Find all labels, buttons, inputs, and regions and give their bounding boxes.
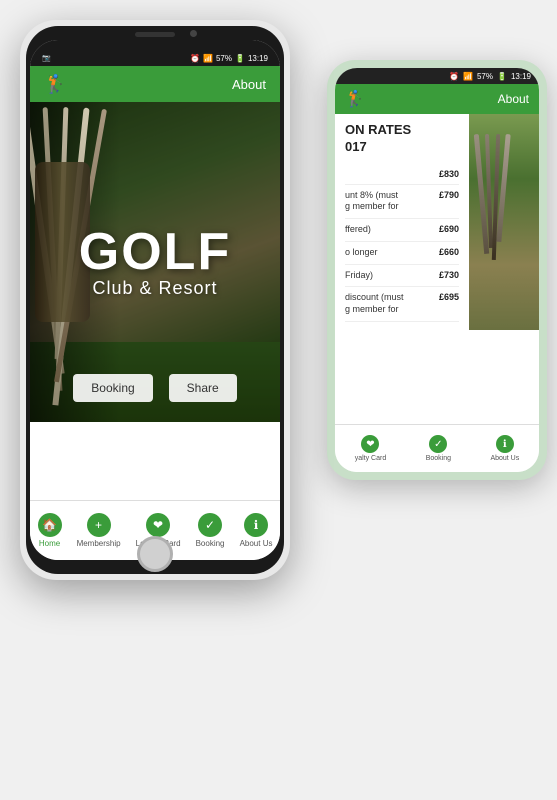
about-icon: ℹ [244,513,268,537]
back-nav-loyalty-label: yalty Card [355,455,387,462]
scene: ⏰ 📶 57% 🔋 13:19 🏌 About ON RATES 017 [0,0,557,800]
front-camera [190,30,197,37]
rates-title-line1: ON RATES [345,122,459,139]
front-speaker [135,32,175,37]
rate-row-1: £830 [345,164,459,185]
rate-price-4: £660 [439,247,459,257]
rate-row-3: ffered) £690 [345,219,459,242]
front-nav-membership-label: Membership [77,539,121,548]
home-icon: 🏠 [38,513,62,537]
front-nav-booking[interactable]: ✓ Booking [196,513,225,548]
back-nav-booking[interactable]: ✓ Booking [426,435,451,462]
front-battery: 🔋 [235,54,245,63]
back-golfer-icon: 🏌 [345,89,365,109]
front-home-button[interactable] [137,536,173,572]
front-status-icons: ⏰ 📶 57% 🔋 13:19 [190,54,268,63]
front-screen: 📷 ⏰ 📶 57% 🔋 13:19 🏌 About [30,40,280,560]
front-status-bar: 📷 ⏰ 📶 57% 🔋 13:19 [30,40,280,66]
back-signal: 57% [477,72,493,81]
rate-label-3: ffered) [345,224,439,236]
rate-price-5: £730 [439,270,459,280]
rate-label-6: discount (mustg member for [345,292,439,315]
rates-title-line2: 017 [345,139,459,156]
back-header: 🏌 About [335,84,539,114]
front-nav-membership[interactable]: + Membership [77,513,121,548]
rate-row-6: discount (mustg member for £695 [345,287,459,321]
rate-row-5: Friday) £730 [345,265,459,288]
front-nav-home-label: Home [39,539,60,548]
rate-price-1: £830 [439,169,459,179]
front-golfer-icon: 🏌 [44,74,66,95]
rate-price-6: £695 [439,292,459,302]
rate-label-4: o longer [345,247,439,259]
front-wifi: 📶 [203,54,213,63]
back-nav-loyalty[interactable]: ❤ yalty Card [355,435,387,462]
back-bottom-nav: ❤ yalty Card ✓ Booking ℹ About Us [335,424,539,472]
front-header: 🏌 About [30,66,280,102]
share-button[interactable]: Share [169,374,237,402]
front-camera-dot: 📷 [42,54,51,62]
back-check-icon: ✓ [429,435,447,453]
back-status-bar: ⏰ 📶 57% 🔋 13:19 [335,68,539,84]
rate-price-2: £790 [439,190,459,200]
back-wifi-icon: 📶 [463,72,473,81]
back-rates-title: ON RATES 017 [345,122,459,156]
rate-label-5: Friday) [345,270,439,282]
phone-front: 📷 ⏰ 📶 57% 🔋 13:19 🏌 About [20,20,290,580]
back-alarm-icon: ⏰ [449,72,459,81]
front-nav-home[interactable]: 🏠 Home [38,513,62,548]
front-nav-booking-label: Booking [196,539,225,548]
front-alarm: ⏰ [190,54,200,63]
loyalty-icon: ❤ [146,513,170,537]
front-hero: GOLF Club & Resort Booking Share [30,102,280,422]
front-nav-about[interactable]: ℹ About Us [240,513,273,548]
back-info-icon: ℹ [496,435,514,453]
front-signal: 57% [216,54,232,63]
back-nav-about-label: About Us [490,455,519,462]
back-content: ON RATES 017 £830 unt 8% (mustg member f… [335,114,539,330]
back-header-title: About [498,92,529,106]
back-nav-about[interactable]: ℹ About Us [490,435,519,462]
hero-text: GOLF Club & Resort [79,226,231,299]
hero-buttons: Booking Share [30,374,280,402]
back-time: 13:19 [511,72,531,81]
rate-price-3: £690 [439,224,459,234]
booking-button[interactable]: Booking [73,374,152,402]
rate-label-2: unt 8% (mustg member for [345,190,439,213]
back-battery-icon: 🔋 [497,72,507,81]
front-nav-about-label: About Us [240,539,273,548]
hero-subtitle: Club & Resort [79,278,231,299]
front-time: 13:19 [248,54,268,63]
front-header-title: About [232,77,266,92]
membership-icon: + [87,513,111,537]
hero-title: GOLF [79,226,231,278]
rate-row-2: unt 8% (mustg member for £790 [345,185,459,219]
back-heart-icon: ❤ [361,435,379,453]
phone-back: ⏰ 📶 57% 🔋 13:19 🏌 About ON RATES 017 [327,60,547,480]
booking-nav-icon: ✓ [198,513,222,537]
rate-row-4: o longer £660 [345,242,459,265]
back-nav-booking-label: Booking [426,455,451,462]
